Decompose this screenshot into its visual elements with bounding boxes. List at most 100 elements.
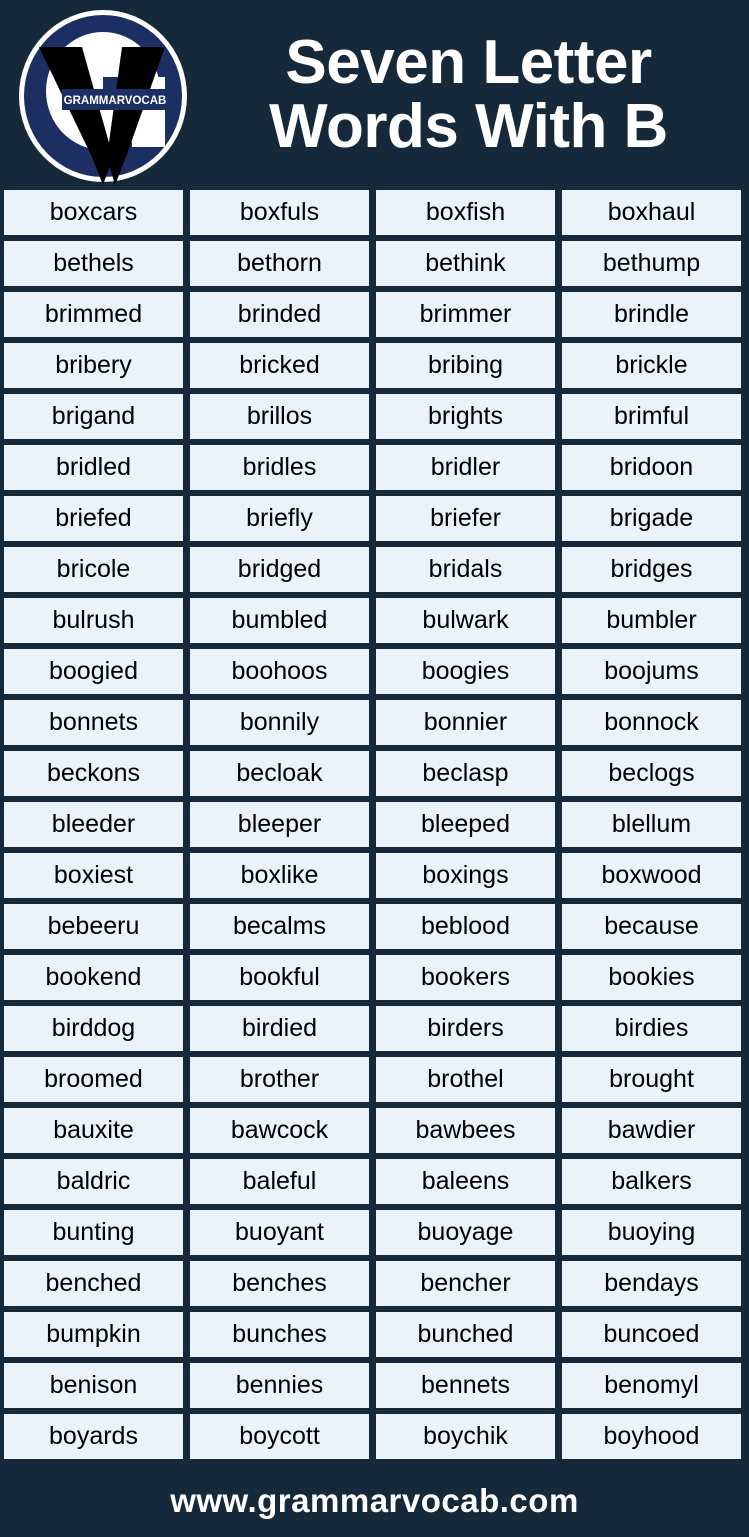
word-cell: bonnily — [190, 700, 369, 745]
word-cell: brother — [190, 1057, 369, 1102]
word-grid: boxcars boxfuls boxfish boxhaul bethels betho… — [0, 190, 749, 1465]
word-cell: bumbler — [562, 598, 741, 643]
word-cell: boogies — [376, 649, 555, 694]
word-cell: bribery — [4, 343, 183, 388]
word-row: bulrush bumbled bulwark bumbler — [4, 598, 741, 643]
word-cell: bulrush — [4, 598, 183, 643]
word-cell: beclasp — [376, 751, 555, 796]
word-cell: bricole — [4, 547, 183, 592]
word-cell: becalms — [190, 904, 369, 949]
word-row: bleeder bleeper bleeped blellum — [4, 802, 741, 847]
logo-brand-text: GRAMMARVOCAB — [64, 95, 167, 107]
word-cell: boogied — [4, 649, 183, 694]
word-cell: birdies — [562, 1006, 741, 1051]
word-cell: brinded — [190, 292, 369, 337]
word-cell: bendays — [562, 1261, 741, 1306]
word-cell: bleeder — [4, 802, 183, 847]
header-banner: GRAMMARVOCAB Seven Letter Words With B — [0, 0, 749, 190]
word-cell: bennets — [376, 1363, 555, 1408]
word-cell: bennies — [190, 1363, 369, 1408]
word-row: beckons becloak beclasp beclogs — [4, 751, 741, 796]
word-cell: beclogs — [562, 751, 741, 796]
word-cell: boxiest — [4, 853, 183, 898]
word-cell: buoyage — [376, 1210, 555, 1255]
word-cell: bawdier — [562, 1108, 741, 1153]
word-cell: bridoon — [562, 445, 741, 490]
word-cell: bunting — [4, 1210, 183, 1255]
word-cell: brimful — [562, 394, 741, 439]
word-cell: baleful — [190, 1159, 369, 1204]
word-cell: boxfish — [376, 190, 555, 235]
word-cell: brights — [376, 394, 555, 439]
word-cell: beblood — [376, 904, 555, 949]
word-cell: bonnets — [4, 700, 183, 745]
word-cell: buoying — [562, 1210, 741, 1255]
word-row: boogied boohoos boogies boojums — [4, 649, 741, 694]
word-cell: bridles — [190, 445, 369, 490]
word-row: bauxite bawcock bawbees bawdier — [4, 1108, 741, 1153]
word-cell: boychik — [376, 1414, 555, 1459]
word-row: benched benches bencher bendays — [4, 1261, 741, 1306]
word-cell: bridged — [190, 547, 369, 592]
word-cell: briefly — [190, 496, 369, 541]
word-cell: because — [562, 904, 741, 949]
word-cell: brigand — [4, 394, 183, 439]
word-cell: bridled — [4, 445, 183, 490]
word-row: bonnets bonnily bonnier bonnock — [4, 700, 741, 745]
word-row: briefed briefly briefer brigade — [4, 496, 741, 541]
website-url: www.grammarvocab.com — [170, 1482, 579, 1519]
word-cell: bookers — [376, 955, 555, 1000]
title-line-2: Words With B — [269, 92, 668, 161]
word-cell: brought — [562, 1057, 741, 1102]
word-cell: bunched — [376, 1312, 555, 1357]
word-cell: brimmer — [376, 292, 555, 337]
word-cell: becloak — [190, 751, 369, 796]
page-root: GRAMMARVOCAB Seven Letter Words With B b… — [0, 0, 749, 1536]
word-row: bethels bethorn bethink bethump — [4, 241, 741, 286]
word-row: bebeeru becalms beblood because — [4, 904, 741, 949]
word-row: bumpkin bunches bunched buncoed — [4, 1312, 741, 1357]
word-cell: briefed — [4, 496, 183, 541]
footer-bar: www.grammarvocab.com — [0, 1465, 749, 1537]
word-cell: bookies — [562, 955, 741, 1000]
word-row: benison bennies bennets benomyl — [4, 1363, 741, 1408]
word-cell: boxfuls — [190, 190, 369, 235]
word-cell: benches — [190, 1261, 369, 1306]
word-cell: bethorn — [190, 241, 369, 286]
word-cell: boohoos — [190, 649, 369, 694]
word-cell: benched — [4, 1261, 183, 1306]
word-cell: bethink — [376, 241, 555, 286]
word-cell: boxlike — [190, 853, 369, 898]
grammarvocab-logo: GRAMMARVOCAB — [14, 7, 192, 185]
word-cell: birddog — [4, 1006, 183, 1051]
word-cell: bonnock — [562, 700, 741, 745]
word-cell: bricked — [190, 343, 369, 388]
word-cell: bumpkin — [4, 1312, 183, 1357]
word-row: boxiest boxlike boxings boxwood — [4, 853, 741, 898]
word-cell: broomed — [4, 1057, 183, 1102]
word-cell: boxwood — [562, 853, 741, 898]
word-cell: bunches — [190, 1312, 369, 1357]
word-row: boyards boycott boychik boyhood — [4, 1414, 741, 1459]
word-cell: bridges — [562, 547, 741, 592]
page-title: Seven Letter Words With B — [192, 31, 749, 159]
word-row: bookend bookful bookers bookies — [4, 955, 741, 1000]
word-cell: blellum — [562, 802, 741, 847]
word-cell: bribing — [376, 343, 555, 388]
word-cell: brindle — [562, 292, 741, 337]
word-row: birddog birdied birders birdies — [4, 1006, 741, 1051]
word-cell: bulwark — [376, 598, 555, 643]
word-row: boxcars boxfuls boxfish boxhaul — [4, 190, 741, 235]
word-row: broomed brother brothel brought — [4, 1057, 741, 1102]
word-cell: boxings — [376, 853, 555, 898]
word-row: bribery bricked bribing brickle — [4, 343, 741, 388]
word-cell: brillos — [190, 394, 369, 439]
word-cell: boycott — [190, 1414, 369, 1459]
word-cell: boxcars — [4, 190, 183, 235]
word-cell: bleeped — [376, 802, 555, 847]
word-cell: beckons — [4, 751, 183, 796]
word-row: baldric baleful baleens balkers — [4, 1159, 741, 1204]
logo-graphic: GRAMMARVOCAB — [19, 10, 187, 185]
word-row: bricole bridged bridals bridges — [4, 547, 741, 592]
word-cell: briefer — [376, 496, 555, 541]
